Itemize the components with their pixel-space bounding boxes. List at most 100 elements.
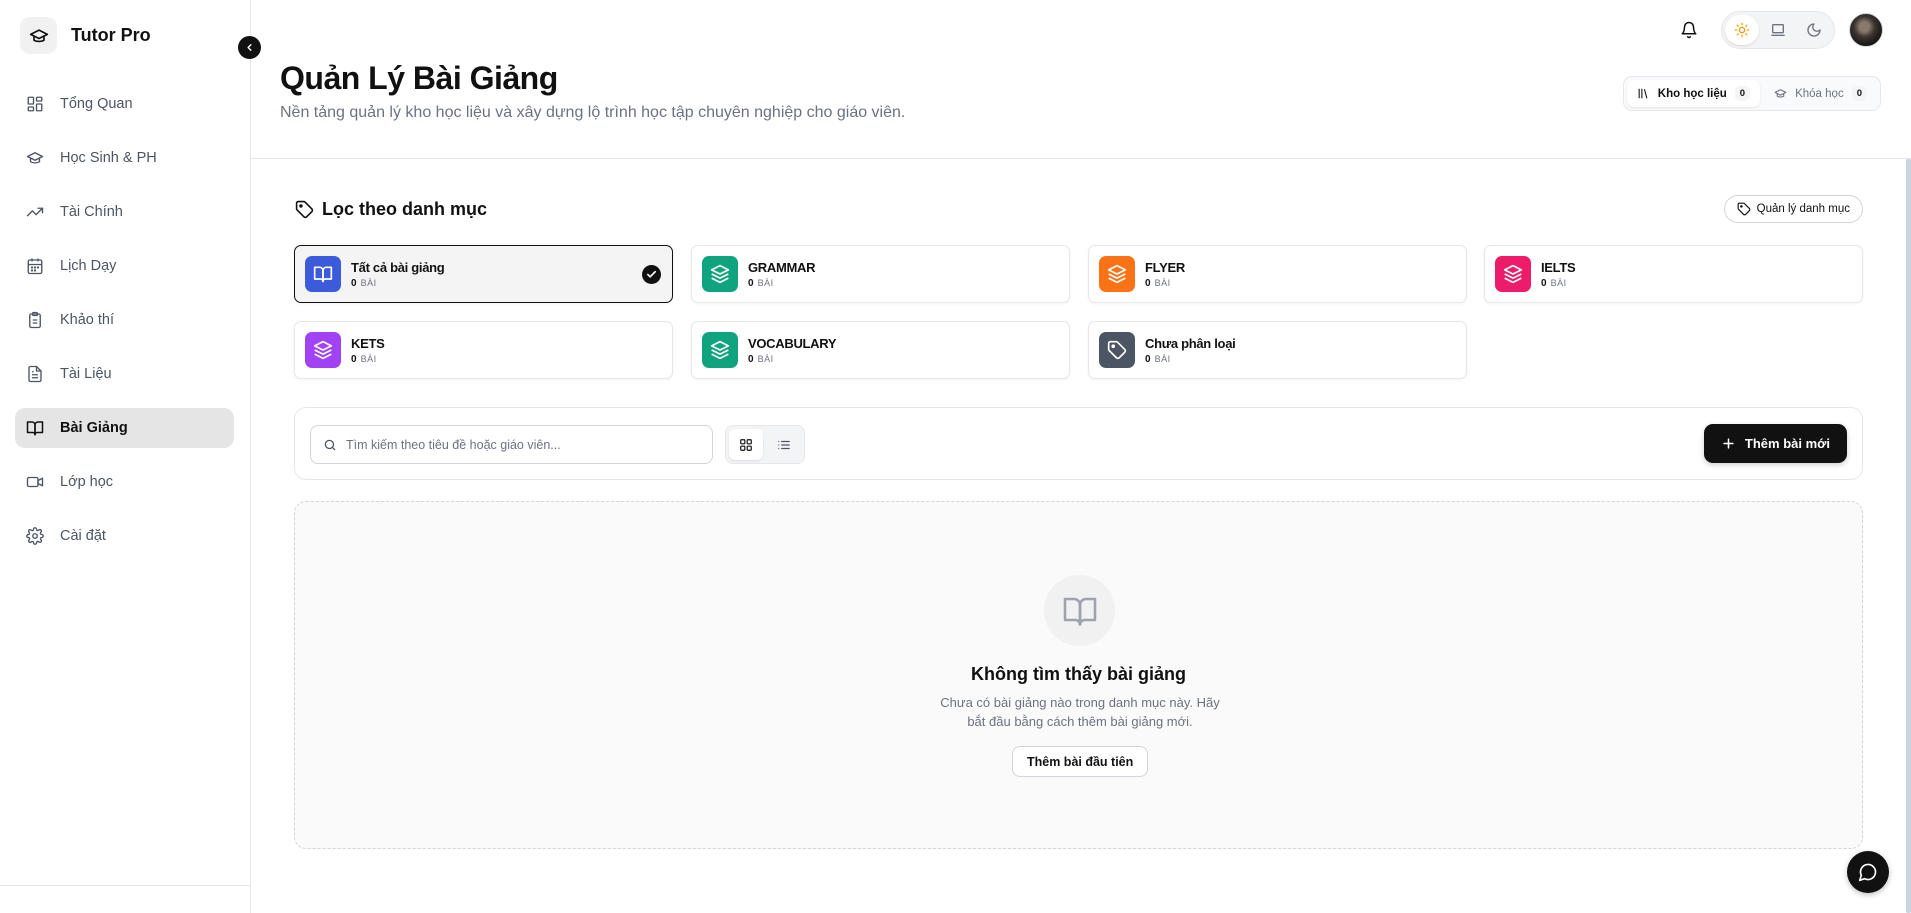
tab-count-badge: 0 <box>1851 86 1867 101</box>
sidebar-item-label: Tài Liệu <box>60 366 112 382</box>
category-count: 0 BÀI <box>1145 278 1185 289</box>
sidebar: Tutor Pro Tổng Quan Học Sinh & PH Tài Ch… <box>0 0 251 913</box>
sidebar-item-tong-quan[interactable]: Tổng Quan <box>15 84 234 124</box>
sidebar-item-label: Tổng Quan <box>60 96 133 112</box>
tab-khoa-hoc[interactable]: Khóa học 0 <box>1764 80 1877 107</box>
category-count-value: 0 <box>748 277 754 289</box>
layers-icon <box>1495 256 1531 292</box>
category-count: 0 BÀI <box>351 278 444 289</box>
graduation-cap-icon <box>1774 89 1787 98</box>
empty-state: Không tìm thấy bài giảng Chưa có bài giả… <box>294 501 1863 849</box>
sidebar-item-label: Tài Chính <box>60 204 123 220</box>
add-first-lesson-button[interactable]: Thêm bài đầu tiên <box>1012 746 1149 777</box>
layers-icon <box>702 256 738 292</box>
tab-label: Khóa học <box>1795 87 1844 100</box>
library-icon <box>1638 88 1648 99</box>
category-card-flyer[interactable]: FLYER 0 BÀI <box>1088 245 1467 303</box>
sidebar-item-lich-day[interactable]: Lịch Dạy <box>15 246 234 286</box>
topbar-actions <box>1671 11 1883 49</box>
category-count-value: 0 <box>351 353 357 365</box>
category-count-value: 0 <box>748 353 754 365</box>
list-icon <box>778 440 790 449</box>
category-count-value: 0 <box>1145 353 1151 365</box>
dark-theme-button[interactable] <box>1797 15 1831 45</box>
sidebar-nav: Tổng Quan Học Sinh & PH Tài Chính Lịch D… <box>15 84 234 570</box>
collapse-sidebar-button[interactable] <box>238 36 261 59</box>
add-lesson-button[interactable]: Thêm bài mới <box>1703 424 1847 463</box>
theme-toggle <box>1721 11 1835 49</box>
sidebar-item-label: Bài Giảng <box>60 420 128 436</box>
light-theme-button[interactable] <box>1725 15 1759 45</box>
grid-icon <box>25 94 45 114</box>
sidebar-item-hoc-sinh[interactable]: Học Sinh & PH <box>15 138 234 178</box>
filter-title-text: Lọc theo danh mục <box>322 199 488 219</box>
trending-up-icon <box>25 202 45 222</box>
notifications-button[interactable] <box>1671 12 1707 48</box>
sidebar-item-label: Lịch Dạy <box>60 258 117 274</box>
graduation-cap-icon <box>25 148 45 168</box>
sidebar-item-bai-giang[interactable]: Bài Giảng <box>15 408 234 448</box>
avatar[interactable] <box>1849 13 1883 47</box>
file-text-icon <box>25 364 45 384</box>
manage-categories-button[interactable]: Quản lý danh mục <box>1723 195 1863 223</box>
lesson-toolbar: Thêm bài mới <box>294 407 1863 480</box>
category-text: KETS 0 BÀI <box>351 335 385 365</box>
filter-title: Lọc theo danh mục <box>295 199 487 220</box>
header-divider <box>251 158 1911 159</box>
bell-icon <box>1681 21 1697 39</box>
category-count: 0 BÀI <box>748 354 836 365</box>
category-count-unit: BÀI <box>757 277 774 288</box>
chat-button[interactable] <box>1847 851 1889 893</box>
category-name: FLYER <box>1145 259 1185 275</box>
sidebar-item-tai-chinh[interactable]: Tài Chính <box>15 192 234 232</box>
page-subtitle: Nền tảng quản lý kho học liệu và xây dựn… <box>280 104 906 121</box>
category-card-ielts[interactable]: IELTS 0 BÀI <box>1484 245 1863 303</box>
system-theme-button[interactable] <box>1761 15 1795 45</box>
sidebar-item-lop-hoc[interactable]: Lớp học <box>15 462 234 502</box>
category-text: GRAMMAR 0 BÀI <box>748 259 816 289</box>
search-input[interactable] <box>346 437 706 452</box>
category-count-unit: BÀI <box>360 353 377 364</box>
scrollbar[interactable] <box>1906 159 1911 913</box>
category-count-unit: BÀI <box>1154 277 1171 288</box>
sidebar-item-label: Khảo thí <box>60 312 115 328</box>
search-box[interactable] <box>310 425 713 464</box>
sidebar-item-label: Cài đặt <box>60 528 106 544</box>
page-title: Quản Lý Bài Giảng <box>280 60 558 96</box>
category-count-value: 0 <box>351 277 357 289</box>
grid-view-button[interactable] <box>729 429 763 460</box>
empty-state-title: Không tìm thấy bài giảng <box>971 664 1186 684</box>
header-tabs: Kho học liệu 0 Khóa học 0 <box>1622 76 1881 111</box>
category-count: 0 BÀI <box>351 354 384 365</box>
category-name: Chưa phân loại <box>1145 335 1236 351</box>
tab-kho-hoc-lieu[interactable]: Kho học liệu 0 <box>1626 80 1761 107</box>
category-card-grammar[interactable]: GRAMMAR 0 BÀI <box>691 245 1070 303</box>
brand[interactable]: Tutor Pro <box>20 17 151 54</box>
category-count-unit: BÀI <box>360 277 377 288</box>
book-open-icon <box>305 256 341 292</box>
tab-label: Kho học liệu <box>1657 87 1727 100</box>
tag-icon <box>1099 332 1135 368</box>
list-view-button[interactable] <box>767 429 801 460</box>
category-name: GRAMMAR <box>748 259 816 275</box>
category-card-vocabulary[interactable]: VOCABULARY 0 BÀI <box>691 321 1070 379</box>
graduation-cap-icon <box>20 17 57 54</box>
message-circle-icon <box>1858 863 1877 882</box>
category-text: IELTS 0 BÀI <box>1541 260 1576 289</box>
sun-icon <box>1734 22 1750 38</box>
category-card-uncategorized[interactable]: Chưa phân loại 0 BÀI <box>1088 321 1467 379</box>
category-name: Tất cả bài giảng <box>351 259 445 275</box>
category-name: KETS <box>351 335 385 351</box>
category-card-kets[interactable]: KETS 0 BÀI <box>294 321 673 379</box>
category-count: 0 BÀI <box>748 278 815 289</box>
sidebar-item-label: Học Sinh & PH <box>60 150 157 166</box>
category-count: 0 BÀI <box>1145 354 1235 365</box>
category-text: Chưa phân loại 0 BÀI <box>1145 335 1236 365</box>
category-count-unit: BÀI <box>757 353 774 364</box>
sidebar-item-tai-lieu[interactable]: Tài Liệu <box>15 354 234 394</box>
sidebar-item-cai-dat[interactable]: Cài đặt <box>15 516 234 556</box>
tab-count-badge: 0 <box>1734 86 1751 101</box>
category-card-all[interactable]: Tất cả bài giảng 0 BÀI <box>294 245 673 303</box>
category-count-value: 0 <box>1145 277 1151 289</box>
sidebar-item-khao-thi[interactable]: Khảo thí <box>15 300 234 340</box>
